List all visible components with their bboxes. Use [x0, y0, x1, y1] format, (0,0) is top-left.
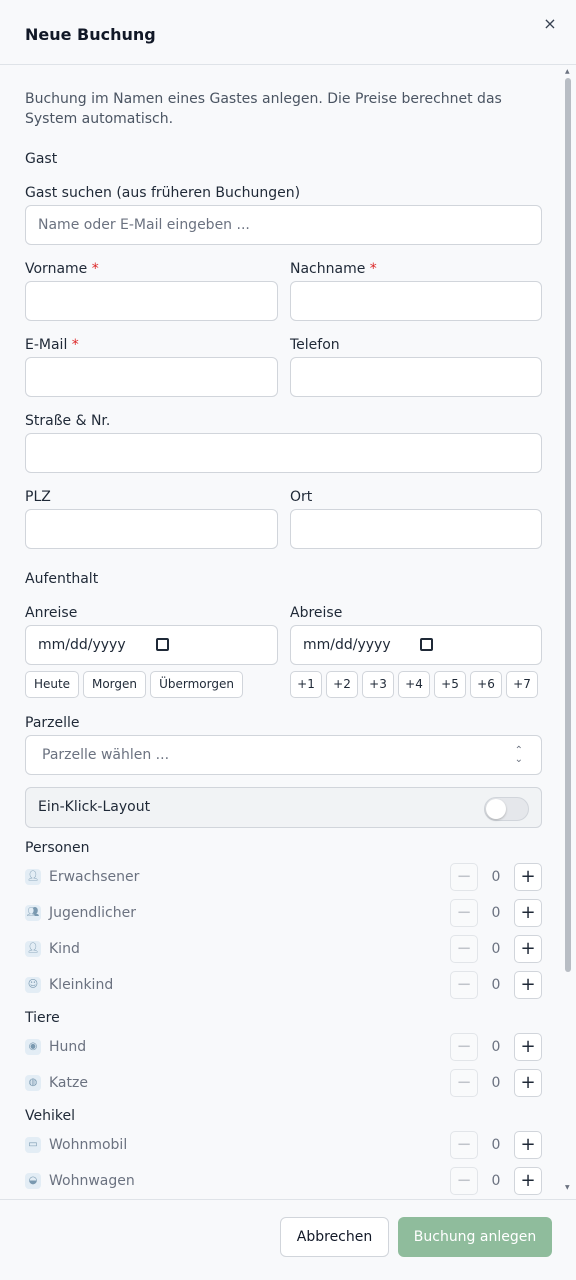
dog-count: 0	[491, 1039, 501, 1055]
email-label: E-Mail *	[25, 337, 79, 353]
people-icon: 👥︎	[25, 905, 41, 921]
adult-increment-button[interactable]: +	[514, 863, 542, 891]
firstname-label: Vorname *	[25, 261, 99, 277]
arrival-date-placeholder: mm/dd/yyyy	[38, 637, 126, 653]
street-label: Straße & Nr.	[25, 413, 111, 429]
chip-plus-4[interactable]: +4	[398, 671, 430, 698]
email-field[interactable]	[25, 357, 278, 397]
one-click-layout-row: Ein-Klick-Layout	[25, 787, 542, 828]
cat-count: 0	[491, 1075, 501, 1091]
section-stay: Aufenthalt	[25, 571, 99, 587]
baby-icon: ☺	[25, 977, 41, 993]
section-guest: Gast	[25, 151, 58, 167]
cancel-button[interactable]: Abbrechen	[280, 1217, 389, 1257]
child-decrement-button[interactable]: −	[450, 935, 478, 963]
persons-adult-label: Erwachsener	[49, 869, 140, 885]
calendar-icon[interactable]	[156, 638, 169, 651]
youth-decrement-button[interactable]: −	[450, 899, 478, 927]
guest-search-label: Gast suchen (aus früheren Buchungen)	[25, 185, 301, 201]
vehicles-camper-label: Wohnmobil	[49, 1137, 128, 1153]
dialog-body[interactable]: Buchung im Namen eines Gastes anlegen. D…	[0, 66, 576, 1199]
lastname-label: Nachname *	[290, 261, 377, 277]
persons-child-label: Kind	[49, 941, 80, 957]
camper-count: 0	[491, 1137, 501, 1153]
toddler-decrement-button[interactable]: −	[450, 971, 478, 999]
toggle-knob	[486, 799, 506, 819]
section-persons: Personen	[25, 840, 90, 856]
calendar-icon[interactable]	[420, 638, 433, 651]
plot-select[interactable]: Parzelle wählen ... ⌃ ⌄	[25, 735, 542, 775]
one-click-layout-label: Ein-Klick-Layout	[38, 799, 151, 815]
chevron-updown-icon: ⌃ ⌄	[514, 745, 523, 765]
arrival-label: Anreise	[25, 605, 78, 621]
scroll-up-icon[interactable]: ▲	[565, 68, 570, 75]
child-increment-button[interactable]: +	[514, 935, 542, 963]
city-field[interactable]	[290, 509, 542, 549]
scroll-down-icon[interactable]: ▼	[565, 1184, 570, 1191]
close-icon[interactable]: ×	[540, 14, 560, 34]
section-animals: Tiere	[25, 1010, 60, 1026]
dialog-footer: Abbrechen Buchung anlegen	[0, 1199, 576, 1280]
person-icon: 👤︎	[25, 869, 41, 885]
section-vehicles: Vehikel	[25, 1108, 75, 1124]
chip-plus-2[interactable]: +2	[326, 671, 358, 698]
caravan-decrement-button[interactable]: −	[450, 1167, 478, 1195]
adult-count: 0	[491, 869, 501, 885]
camper-icon: ▭	[25, 1137, 41, 1153]
caravan-increment-button[interactable]: +	[514, 1167, 542, 1195]
scrollbar[interactable]: ▲ ▼	[565, 68, 571, 1198]
departure-date-placeholder: mm/dd/yyyy	[303, 637, 391, 653]
chip-plus-1[interactable]: +1	[290, 671, 322, 698]
vehicles-caravan-label: Wohnwagen	[49, 1173, 135, 1189]
chip-plus-3[interactable]: +3	[362, 671, 394, 698]
toddler-count: 0	[491, 977, 501, 993]
adult-decrement-button[interactable]: −	[450, 863, 478, 891]
dog-increment-button[interactable]: +	[514, 1033, 542, 1061]
departure-date-input[interactable]: mm/dd/yyyy	[290, 625, 542, 665]
zip-field[interactable]	[25, 509, 278, 549]
caravan-count: 0	[491, 1173, 501, 1189]
dog-icon: ◉	[25, 1039, 41, 1055]
one-click-layout-toggle[interactable]	[484, 797, 529, 821]
arrival-date-input[interactable]: mm/dd/yyyy	[25, 625, 278, 665]
child-count: 0	[491, 941, 501, 957]
camper-decrement-button[interactable]: −	[450, 1131, 478, 1159]
toddler-increment-button[interactable]: +	[514, 971, 542, 999]
cat-increment-button[interactable]: +	[514, 1069, 542, 1097]
plot-label: Parzelle	[25, 715, 80, 731]
chip-plus-6[interactable]: +6	[470, 671, 502, 698]
chip-plus-5[interactable]: +5	[434, 671, 466, 698]
street-field[interactable]	[25, 433, 542, 473]
intro-text: Buchung im Namen eines Gastes anlegen. D…	[25, 91, 502, 127]
chip-today[interactable]: Heute	[25, 671, 79, 698]
lastname-field[interactable]	[290, 281, 542, 321]
dialog-header: Neue Buchung ×	[0, 0, 576, 65]
guest-search-input[interactable]: Name oder E-Mail eingeben ...	[25, 205, 542, 245]
city-label: Ort	[290, 489, 313, 505]
youth-count: 0	[491, 905, 501, 921]
zip-label: PLZ	[25, 489, 51, 505]
persons-youth-label: Jugendlicher	[49, 905, 136, 921]
child-icon: 👤︎	[25, 941, 41, 957]
departure-label: Abreise	[290, 605, 343, 621]
animals-dog-label: Hund	[49, 1039, 87, 1055]
chip-day-after-tomorrow[interactable]: Übermorgen	[150, 671, 243, 698]
chip-plus-7[interactable]: +7	[506, 671, 538, 698]
dialog-title: Neue Buchung	[25, 25, 156, 44]
youth-increment-button[interactable]: +	[514, 899, 542, 927]
cat-icon: ◍	[25, 1075, 41, 1091]
chip-tomorrow[interactable]: Morgen	[83, 671, 146, 698]
persons-toddler-label: Kleinkind	[49, 977, 114, 993]
animals-cat-label: Katze	[49, 1075, 88, 1091]
create-booking-button[interactable]: Buchung anlegen	[398, 1217, 552, 1257]
dog-decrement-button[interactable]: −	[450, 1033, 478, 1061]
camper-increment-button[interactable]: +	[514, 1131, 542, 1159]
plot-select-value: Parzelle wählen ...	[42, 747, 170, 763]
scrollbar-thumb[interactable]	[565, 78, 571, 972]
firstname-field[interactable]	[25, 281, 278, 321]
phone-label: Telefon	[290, 337, 340, 353]
phone-field[interactable]	[290, 357, 542, 397]
caravan-icon: ◒	[25, 1173, 41, 1189]
cat-decrement-button[interactable]: −	[450, 1069, 478, 1097]
